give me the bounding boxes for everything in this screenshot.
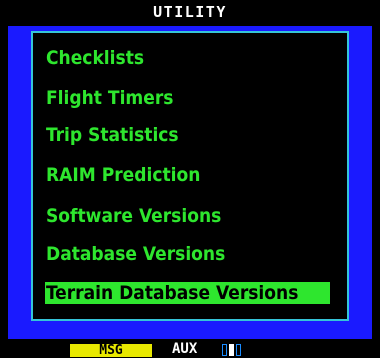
menu-item-checklists[interactable]: Checklists	[45, 45, 144, 71]
page-title: UTILITY	[153, 3, 227, 21]
menu-item-raim-prediction[interactable]: RAIM Prediction	[45, 162, 200, 188]
msg-annunciator: MSG	[70, 344, 152, 358]
title-bar: UTILITY	[8, 0, 372, 26]
page-indicator-box-active	[229, 344, 234, 356]
menu-item-trip-statistics[interactable]: Trip Statistics	[45, 122, 179, 148]
menu-item-terrain-database-versions[interactable]: Terrain Database Versions	[45, 282, 330, 304]
menu-item-database-versions[interactable]: Database Versions	[45, 241, 225, 267]
menu-item-flight-timers[interactable]: Flight Timers	[45, 85, 173, 111]
aux-page-group-label: AUX	[172, 341, 198, 357]
status-bar: MSG AUX	[0, 339, 380, 358]
utility-page: UTILITY Checklists Flight Timers Trip St…	[8, 0, 372, 339]
menu-item-software-versions[interactable]: Software Versions	[45, 203, 221, 229]
page-indicator-box	[236, 344, 241, 356]
page-indicator-box	[222, 344, 227, 356]
utility-menu: Checklists Flight Timers Trip Statistics…	[31, 31, 349, 321]
